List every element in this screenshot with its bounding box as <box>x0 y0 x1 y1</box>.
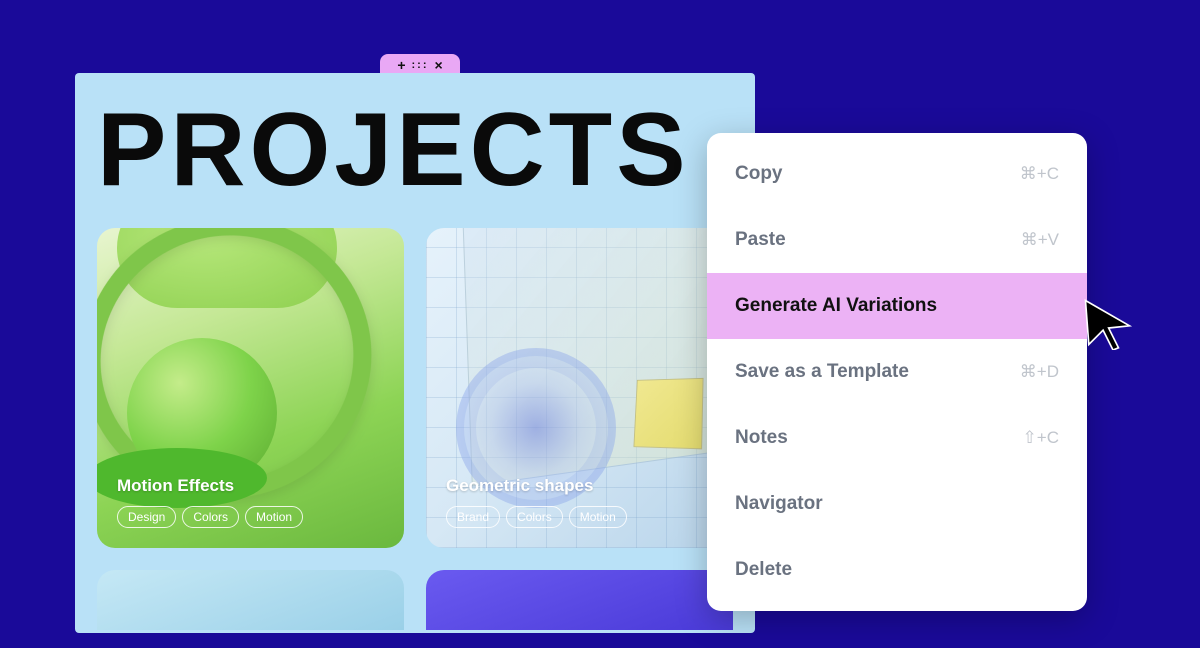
card-meta: Motion Effects Design Colors Motion <box>117 476 303 528</box>
card-title: Motion Effects <box>117 476 303 496</box>
project-card-motion-effects[interactable]: Motion Effects Design Colors Motion <box>97 228 404 548</box>
card-tags: Design Colors Motion <box>117 506 303 528</box>
menu-item-label: Save as a Template <box>735 361 909 383</box>
menu-item-label: Delete <box>735 559 792 581</box>
menu-item-navigator[interactable]: Navigator <box>707 471 1087 537</box>
projects-window: PROJECTS Motion Effects Design Colors Mo… <box>75 73 755 633</box>
context-menu: Copy ⌘+C Paste ⌘+V Generate AI Variation… <box>707 133 1087 611</box>
tag[interactable]: Motion <box>245 506 303 528</box>
menu-item-shortcut: ⌘+V <box>1021 230 1059 250</box>
menu-item-label: Navigator <box>735 493 823 515</box>
page-title: PROJECTS <box>75 73 755 210</box>
tag[interactable]: Colors <box>506 506 563 528</box>
menu-item-shortcut: ⌘+C <box>1020 164 1059 184</box>
menu-item-label: Notes <box>735 427 788 449</box>
drag-handle-icon[interactable]: ::: <box>412 60 429 71</box>
card-tags: Brand Colors Motion <box>446 506 627 528</box>
menu-item-save-as-template[interactable]: Save as a Template ⌘+D <box>707 339 1087 405</box>
menu-item-delete[interactable]: Delete <box>707 537 1087 603</box>
tag[interactable]: Design <box>117 506 176 528</box>
card-meta: Geometric shapes Brand Colors Motion <box>446 476 627 528</box>
project-card-geometric-shapes[interactable]: Geometric shapes Brand Colors Motion <box>426 228 733 548</box>
menu-item-copy[interactable]: Copy ⌘+C <box>707 141 1087 207</box>
menu-item-notes[interactable]: Notes ⇧+C <box>707 405 1087 471</box>
menu-item-paste[interactable]: Paste ⌘+V <box>707 207 1087 273</box>
tag[interactable]: Brand <box>446 506 500 528</box>
plus-icon[interactable]: + <box>397 58 405 72</box>
cursor-icon <box>1080 295 1135 350</box>
tag[interactable]: Colors <box>182 506 239 528</box>
menu-item-shortcut: ⌘+D <box>1020 362 1059 382</box>
card-title: Geometric shapes <box>446 476 627 496</box>
menu-item-generate-ai-variations[interactable]: Generate AI Variations <box>707 273 1087 339</box>
project-card-partial[interactable] <box>97 570 404 630</box>
projects-grid: Motion Effects Design Colors Motion Geom… <box>75 210 755 648</box>
menu-item-label: Generate AI Variations <box>735 295 937 317</box>
close-icon[interactable]: × <box>435 58 443 72</box>
menu-item-shortcut: ⇧+C <box>1023 428 1059 448</box>
tag[interactable]: Motion <box>569 506 627 528</box>
menu-item-label: Paste <box>735 229 786 251</box>
menu-item-label: Copy <box>735 163 783 185</box>
project-card-partial[interactable] <box>426 570 733 630</box>
